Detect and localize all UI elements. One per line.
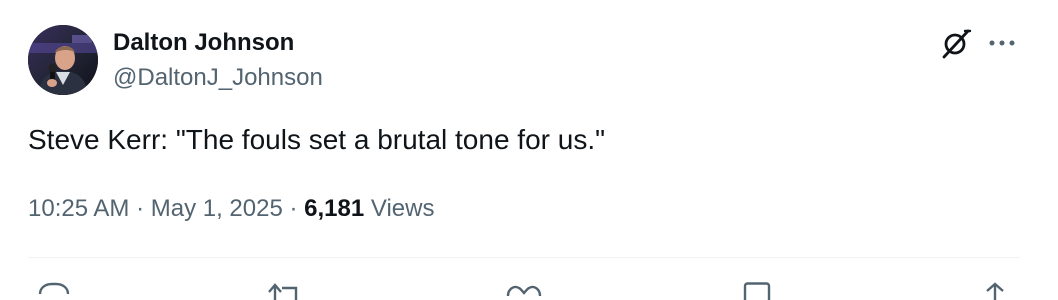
divider (28, 257, 1020, 258)
tweet-time[interactable]: 10:25 AM (28, 195, 129, 222)
avatar[interactable] (28, 25, 98, 95)
reply-icon (38, 282, 70, 295)
share-icon (986, 282, 1004, 300)
tweet-card: Dalton Johnson @DaltonJ_Johnson Steve Ke… (0, 0, 1058, 300)
author-name[interactable]: Dalton Johnson (113, 29, 294, 57)
share-button[interactable] (980, 280, 1010, 300)
tweet-date[interactable]: May 1, 2025 (151, 195, 283, 222)
tweet-text: Steve Kerr: "The fouls set a brutal tone… (28, 124, 606, 155)
like-icon (506, 285, 542, 297)
views-count[interactable]: 6,181 (304, 195, 364, 222)
retweet-button[interactable] (266, 280, 306, 300)
grok-icon[interactable] (940, 27, 972, 59)
bookmark-icon (743, 282, 771, 300)
meta-separator: · (129, 195, 151, 222)
like-button[interactable] (504, 280, 544, 300)
meta-separator: · (282, 195, 305, 222)
author-handle[interactable]: @DaltonJ_Johnson (113, 64, 323, 92)
reply-button[interactable] (36, 280, 72, 300)
tweet-meta: 10:25 AM · May 1, 2025 · 6,181 Views (28, 194, 434, 224)
more-icon[interactable] (986, 28, 1018, 58)
retweet-icon (268, 283, 298, 300)
avatar-image (28, 25, 98, 95)
views-label[interactable]: Views (364, 195, 435, 222)
bookmark-button[interactable] (742, 280, 772, 300)
